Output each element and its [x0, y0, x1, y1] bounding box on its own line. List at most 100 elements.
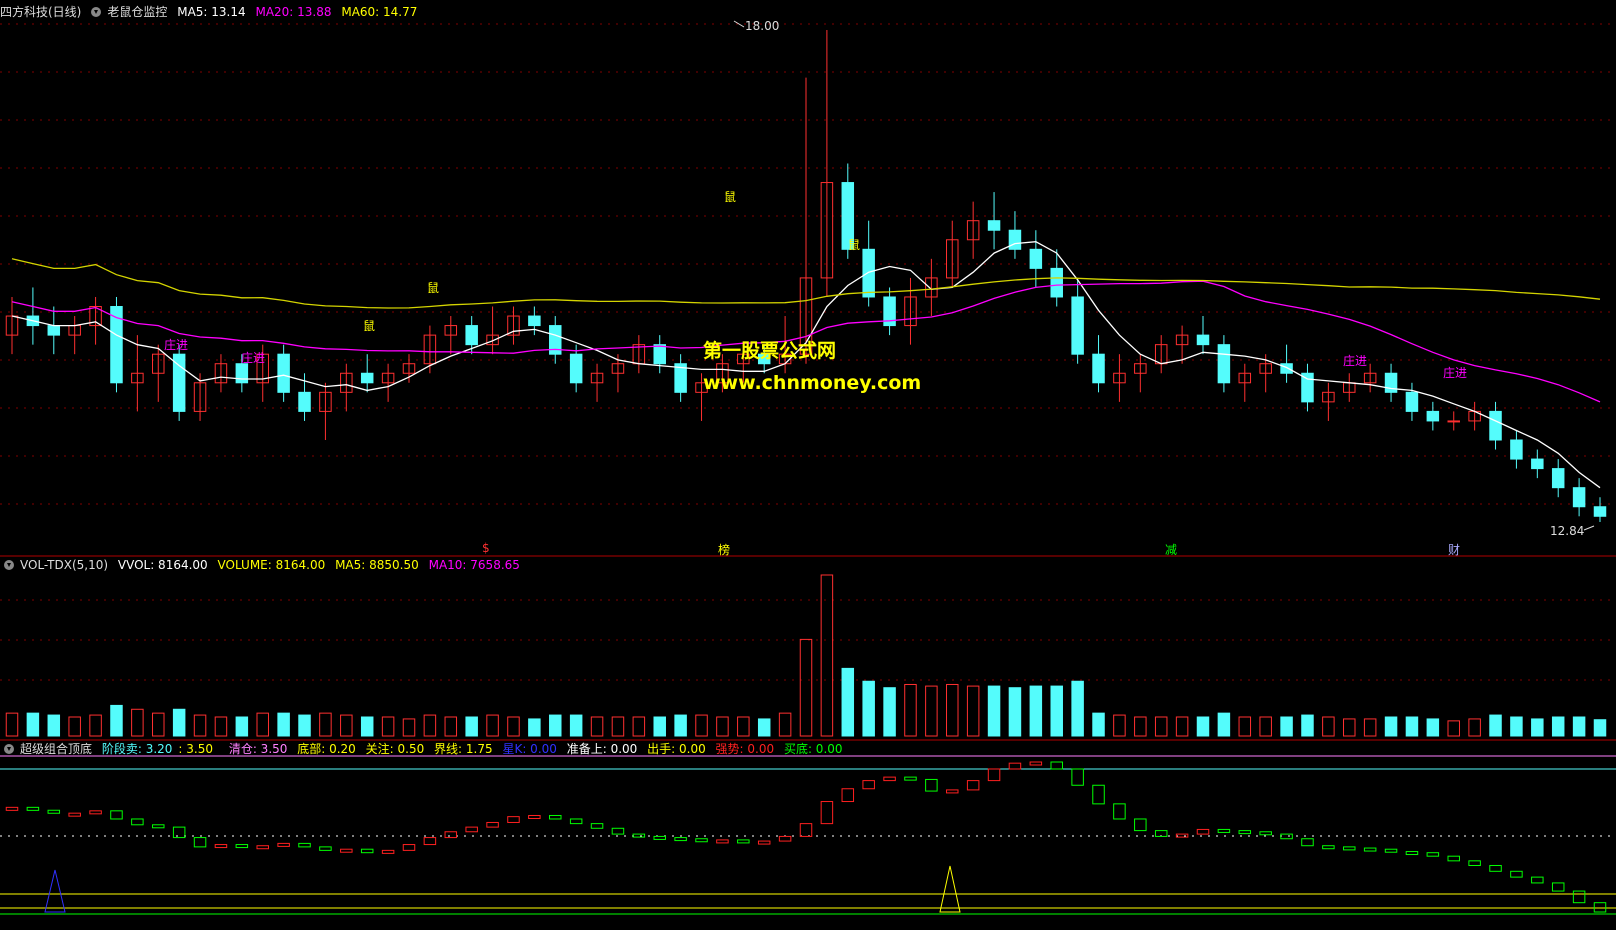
high-price-label: 18.00: [745, 19, 780, 33]
candle-body: [465, 325, 478, 346]
indicator-step: [381, 849, 395, 854]
volume-bar: [1280, 716, 1293, 737]
volume-bar: [1322, 716, 1335, 737]
volume-bar: [131, 708, 144, 737]
focus-label: 关注: 0.50: [365, 742, 425, 756]
bottom-bar-marker: 榜: [718, 543, 731, 557]
ma20-label: MA20: 13.88: [255, 5, 332, 19]
volume-bar: [381, 716, 395, 737]
indicator-step: [1531, 876, 1544, 884]
indicator-step: [1217, 828, 1231, 833]
candle-body: [1092, 353, 1105, 384]
volume-bar: [214, 716, 228, 737]
indicator-step: [569, 818, 583, 825]
volume-bar: [549, 714, 562, 737]
indicator-step: [193, 837, 207, 848]
indicator-step: [444, 831, 458, 839]
volume-bar: [1029, 685, 1043, 737]
volume-bar: [590, 716, 604, 737]
candle-body: [862, 248, 875, 298]
stage-sell-a: 阶段卖: 3.20: [101, 742, 173, 756]
volume-bar: [444, 716, 458, 737]
volume-bar: [1363, 718, 1377, 737]
chart-canvas: [0, 20, 1616, 915]
volume-bar: [319, 712, 332, 737]
indicator-step: [695, 838, 708, 843]
ind-header: 超级组合顶底 阶段卖: 3.20: 3.50 清仓: 3.50 底部: 0.20…: [0, 741, 849, 757]
volume-bar: [1050, 685, 1063, 737]
vol-ma10-label: MA10: 7658.65: [428, 558, 520, 572]
volume-bar: [1134, 716, 1147, 737]
candle-body: [1301, 372, 1314, 403]
indicator-step: [465, 826, 478, 833]
indicator-step: [549, 814, 562, 820]
main-header: 四方科技(日线) 老鼠仓监控 MA5: 13.14 MA20: 13.88 MA6…: [0, 4, 423, 20]
volume-label: VOLUME: 8164.00: [217, 558, 326, 572]
indicator-step: [674, 837, 687, 842]
candle-body: [1447, 420, 1460, 423]
indicator-step: [1280, 833, 1293, 840]
indicator-step: [423, 837, 437, 846]
stock-title: 四方科技(日线): [0, 5, 82, 19]
dropdown-icon[interactable]: [91, 7, 102, 17]
volume-bar: [172, 708, 186, 737]
volume-bar: [987, 685, 1001, 737]
indicator-step: [1029, 761, 1043, 766]
volume-bar: [423, 714, 437, 737]
candle-body: [1593, 506, 1607, 517]
buy-bottom-label: 买底: 0.00: [783, 742, 843, 756]
volume-bar: [778, 712, 792, 737]
vol-name[interactable]: VOL-TDX(5,10): [20, 558, 108, 572]
indicator-step: [987, 768, 1001, 782]
watermark-name: 第一股票公式网: [703, 340, 837, 362]
candle-body: [1489, 410, 1502, 441]
candle-body: [1510, 439, 1523, 460]
indicator-step: [1092, 784, 1105, 805]
volume-bar: [966, 685, 980, 737]
volume-bar: [47, 714, 61, 737]
volume-bar: [1092, 712, 1105, 737]
indicator-step: [1405, 851, 1419, 856]
volume-bar: [1238, 716, 1252, 737]
candle-body: [1196, 334, 1210, 346]
dropdown-icon[interactable]: [4, 560, 14, 570]
candle-body: [277, 353, 290, 393]
volume-bar: [360, 716, 374, 737]
volume-bar: [737, 716, 750, 737]
volume-bar: [486, 714, 499, 737]
volume-bar: [1259, 716, 1272, 737]
ind-name[interactable]: 超级组合顶底: [20, 742, 92, 756]
indicator-step: [340, 848, 353, 853]
low-price-label: 12.84: [1550, 524, 1585, 538]
volume-bar: [1384, 716, 1398, 737]
indicator-step: [1572, 890, 1586, 904]
indicator-step: [5, 806, 19, 811]
volume-bar: [1531, 718, 1544, 737]
indicator-step: [632, 833, 646, 838]
volume-bar: [1301, 714, 1314, 737]
volume-bar: [674, 714, 687, 737]
indicator-step: [1008, 762, 1022, 770]
vol-header: VOL-TDX(5,10) VVOL: 8164.00 VOLUME: 8164…: [0, 557, 526, 573]
indicator-step: [1301, 838, 1314, 847]
candle-body: [987, 220, 1001, 231]
candle-body: [1029, 248, 1043, 269]
indicator-step: [966, 780, 980, 791]
indicator-step: [1363, 847, 1377, 852]
act-label: 出手: 0.00: [647, 742, 706, 756]
volume-bar: [1551, 716, 1565, 737]
indicator-step: [256, 845, 269, 850]
volume-bar: [89, 714, 102, 737]
volume-bar: [1154, 716, 1168, 737]
dropdown-icon[interactable]: [4, 744, 14, 754]
indicator-name[interactable]: 老鼠仓监控: [107, 5, 167, 19]
volume-bar: [632, 716, 646, 737]
candle-body: [1280, 363, 1293, 374]
volume-bar: [695, 714, 708, 737]
indicator-step: [1426, 852, 1440, 857]
candle-body: [1405, 391, 1419, 412]
candle-body: [653, 344, 666, 365]
indicator-step: [1050, 761, 1063, 770]
volume-bar: [883, 687, 896, 737]
indicator-step: [298, 842, 311, 848]
